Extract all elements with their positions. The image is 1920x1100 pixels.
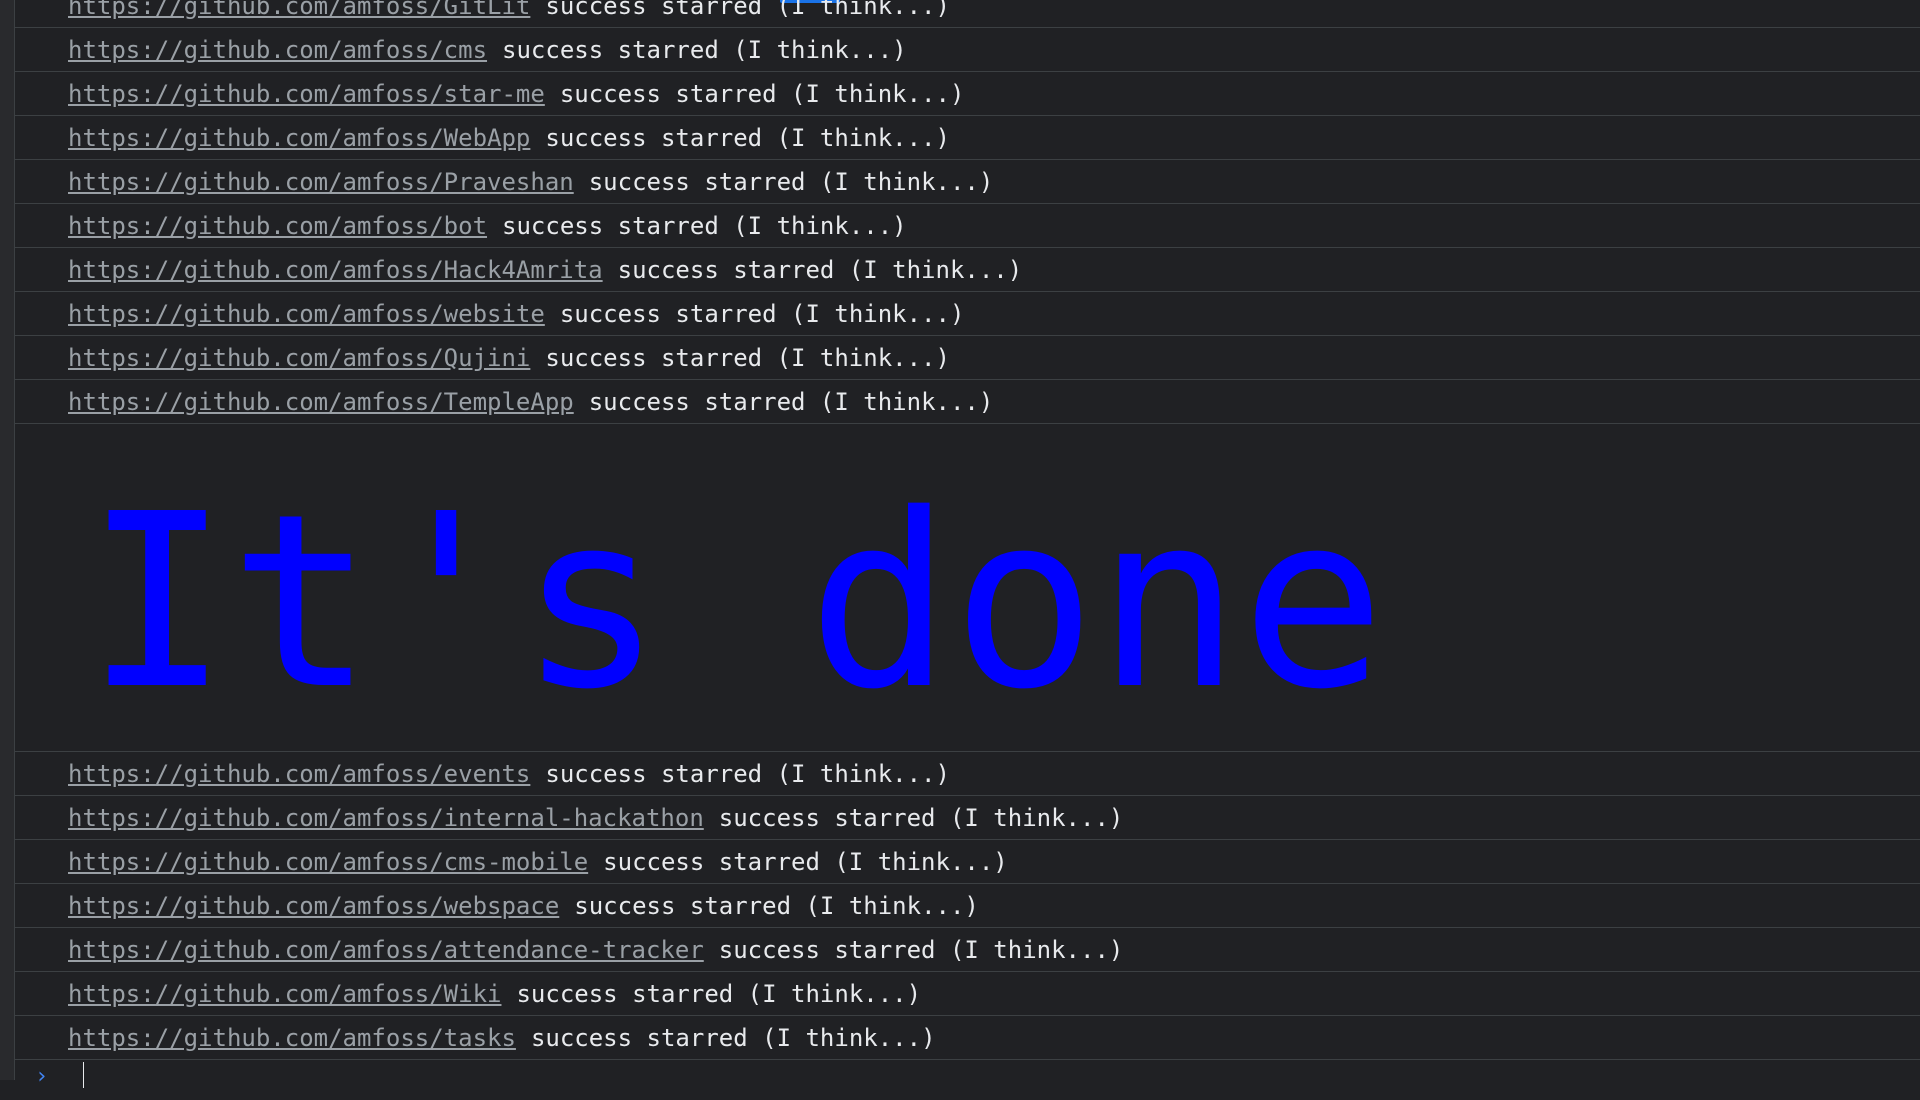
status-message: success starred (I think...) (530, 1023, 936, 1052)
log-group-top: https://github.com/amfoss/GitLit success … (15, 0, 1920, 424)
console-styled-message: It's done (15, 424, 1920, 752)
repo-link[interactable]: https://github.com/amfoss/attendance-tra… (68, 936, 704, 964)
console-log-row: https://github.com/amfoss/webspace succes… (15, 884, 1920, 928)
devtools-console: https://github.com/amfoss/GitLit success … (0, 0, 1920, 1089)
status-message: success starred (I think...) (502, 35, 907, 64)
console-log-row: https://github.com/amfoss/GitLit success … (15, 0, 1920, 28)
status-message: success starred (I think...) (502, 211, 907, 240)
repo-link[interactable]: https://github.com/amfoss/Qujini (68, 344, 530, 372)
repo-link[interactable]: https://github.com/amfoss/GitLit (68, 0, 530, 20)
console-log-row: https://github.com/amfoss/TempleApp succe… (15, 380, 1920, 424)
console-log-row: https://github.com/amfoss/cms success sta… (15, 28, 1920, 72)
console-log-row: https://github.com/amfoss/events success … (15, 752, 1920, 796)
repo-link[interactable]: https://github.com/amfoss/star-me (68, 80, 545, 108)
console-log-row: https://github.com/amfoss/cms-mobile succ… (15, 840, 1920, 884)
repo-link[interactable]: https://github.com/amfoss/webspace (68, 892, 559, 920)
status-message: success starred (I think...) (588, 387, 994, 416)
repo-link[interactable]: https://github.com/amfoss/TempleApp (68, 388, 574, 416)
console-log-row: https://github.com/amfoss/Praveshan succe… (15, 160, 1920, 204)
repo-link[interactable]: https://github.com/amfoss/Hack4Amrita (68, 256, 603, 284)
console-prompt[interactable]: › (15, 1060, 1920, 1100)
console-log-row: https://github.com/amfoss/star-me success… (15, 72, 1920, 116)
repo-link[interactable]: https://github.com/amfoss/Praveshan (68, 168, 574, 196)
repo-link[interactable]: https://github.com/amfoss/tasks (68, 1024, 516, 1052)
console-log-row: https://github.com/amfoss/Hack4Amrita suc… (15, 248, 1920, 292)
repo-link[interactable]: https://github.com/amfoss/website (68, 300, 545, 328)
status-message: success starred (I think...) (718, 803, 1124, 832)
repo-link[interactable]: https://github.com/amfoss/WebApp (68, 124, 530, 152)
console-input-caret[interactable] (83, 1062, 84, 1088)
console-log-row: https://github.com/amfoss/attendance-tra… (15, 928, 1920, 972)
status-message: success starred (I think...) (574, 891, 979, 920)
console-log-row: https://github.com/amfoss/bot success sta… (15, 204, 1920, 248)
repo-link[interactable]: https://github.com/amfoss/cms-mobile (68, 848, 588, 876)
repo-link[interactable]: https://github.com/amfoss/events (68, 760, 530, 788)
console-log-row: https://github.com/amfoss/website success… (15, 292, 1920, 336)
console-log-row: https://github.com/amfoss/Qujini success … (15, 336, 1920, 380)
chevron-right-icon: › (35, 1064, 49, 1089)
status-message: success starred (I think...) (617, 255, 1023, 284)
status-message: success starred (I think...) (545, 759, 950, 788)
repo-link[interactable]: https://github.com/amfoss/cms (68, 36, 487, 64)
status-message: success starred (I think...) (545, 123, 950, 152)
console-messages: https://github.com/amfoss/GitLit success … (15, 0, 1920, 1100)
repo-link[interactable]: https://github.com/amfoss/Wiki (68, 980, 501, 1008)
console-log-row: https://github.com/amfoss/Wiki success st… (15, 972, 1920, 1016)
status-message: success starred (I think...) (516, 979, 922, 1008)
status-message: success starred (I think...) (545, 0, 950, 20)
status-message: success starred (I think...) (559, 79, 965, 108)
status-message: success starred (I think...) (718, 935, 1124, 964)
log-group-bottom: https://github.com/amfoss/events success … (15, 752, 1920, 1060)
repo-link[interactable]: https://github.com/amfoss/bot (68, 212, 487, 240)
big-done-message: It's done (85, 462, 1386, 742)
status-message: success starred (I think...) (545, 343, 950, 372)
console-gutter (0, 0, 15, 1080)
console-log-row: https://github.com/amfoss/tasks success s… (15, 1016, 1920, 1060)
console-log-row: https://github.com/amfoss/WebApp success … (15, 116, 1920, 160)
status-message: success starred (I think...) (603, 847, 1008, 876)
status-message: success starred (I think...) (559, 299, 965, 328)
status-message: success starred (I think...) (588, 167, 994, 196)
repo-link[interactable]: https://github.com/amfoss/internal-hacka… (68, 804, 704, 832)
console-log-row: https://github.com/amfoss/internal-hacka… (15, 796, 1920, 840)
